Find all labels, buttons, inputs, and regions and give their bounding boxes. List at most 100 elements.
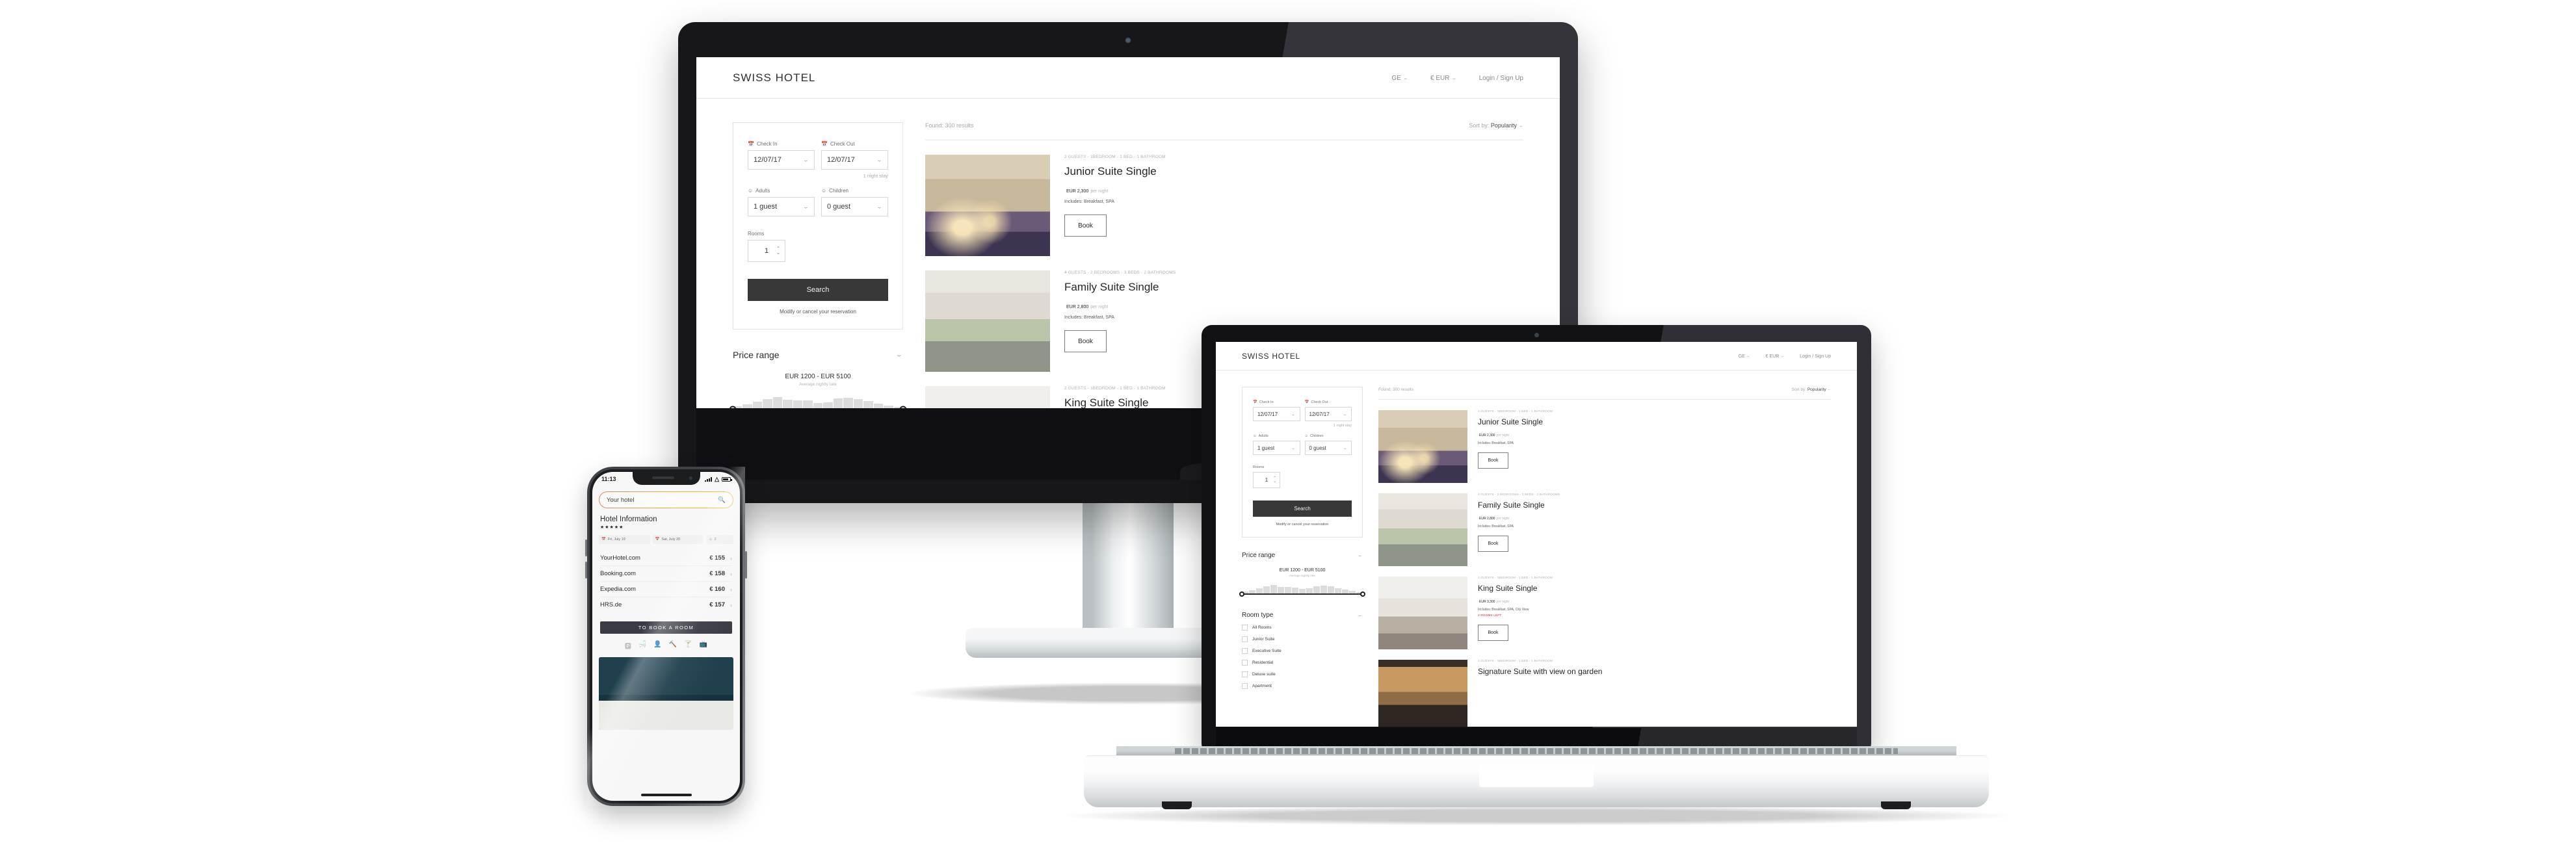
chevron-down-icon[interactable]: ⌄ xyxy=(1518,124,1523,128)
checkbox-icon[interactable] xyxy=(1242,636,1248,642)
stepper-arrows[interactable]: ⌃ ⌄ xyxy=(776,246,781,255)
result-card[interactable]: 4 GUESTS - 2 BEDROOMS - 3 BEDS - 2 BATHR… xyxy=(1378,493,1831,566)
room-type-option[interactable]: Executive Suite xyxy=(1242,648,1363,654)
room-photo xyxy=(925,386,1050,408)
price-slider-track[interactable] xyxy=(1239,591,1365,597)
book-button[interactable]: Book xyxy=(1064,214,1107,237)
checkin-chip[interactable]: 📅 Fri, July 19 xyxy=(599,535,650,544)
volume-up-button[interactable] xyxy=(585,540,587,556)
laptop-keyboard[interactable] xyxy=(1175,748,1898,754)
search-button[interactable]: Search xyxy=(1253,500,1352,517)
price-slider-min-handle[interactable] xyxy=(1239,591,1244,597)
volume-down-button[interactable] xyxy=(585,562,587,578)
adults-select[interactable]: 1 guest ⌄ xyxy=(748,197,815,216)
checkbox-icon[interactable] xyxy=(1242,671,1248,677)
checkout-select[interactable]: 12/07/17 ⌄ xyxy=(1304,407,1352,421)
checkout-chip[interactable]: 📅 Sat, July 20 xyxy=(652,535,703,544)
result-card[interactable]: 2 GUESTS - 1BEDROOM - 1 BED - 1 BATHROOM… xyxy=(925,155,1523,256)
sort-by-control[interactable]: Sort by: Popularity ⌄ xyxy=(1792,387,1831,392)
room-type-option[interactable]: Deluxe suite xyxy=(1242,671,1363,677)
room-type-option[interactable]: Junior Suite xyxy=(1242,636,1363,642)
chevron-right-icon[interactable]: › xyxy=(730,586,732,593)
guests-row: ☺ Adults 1 guest ⌄ ☺ Children 0 guest ⌄ xyxy=(748,188,888,216)
book-button[interactable]: Book xyxy=(1478,625,1508,641)
result-card[interactable]: 2 GUESTS - 1BEDROOM - 1 BED - 1 BATHROOM… xyxy=(1378,660,1831,727)
stepper-down-icon[interactable]: ⌄ xyxy=(776,250,781,255)
room-meta: 2 GUESTS - 1BEDROOM - 1 BED - 1 BATHROOM xyxy=(1064,155,1166,159)
search-input[interactable]: Your hotel xyxy=(607,497,634,504)
price-slider-max-handle[interactable] xyxy=(899,406,907,408)
chevron-down-icon: ⌄ xyxy=(1451,75,1457,81)
concierge-icon: 👤 xyxy=(653,641,662,648)
result-card[interactable]: 2 GUESTS - 1BEDROOM - 1 BED - 1 BATHROOM… xyxy=(1378,577,1831,649)
room-type-option[interactable]: Residential xyxy=(1242,660,1363,666)
currency-selector[interactable]: € EUR ⌄ xyxy=(1430,75,1457,82)
chevron-right-icon[interactable]: › xyxy=(730,571,732,577)
stepper-down-icon[interactable]: ⌄ xyxy=(1273,480,1276,484)
price-range-filter-header[interactable]: Price range ⌄ xyxy=(1242,552,1363,559)
room-type-option[interactable]: All Rooms xyxy=(1242,625,1363,630)
chevron-down-icon: ⌄ xyxy=(1746,355,1750,358)
list-item[interactable]: Expedia.com € 160 › xyxy=(600,582,732,597)
chevron-right-icon[interactable]: › xyxy=(730,602,732,608)
site-logo[interactable]: SWISS HOTEL xyxy=(1242,352,1300,361)
book-button[interactable]: Book xyxy=(1064,330,1107,352)
star-rating: ★★★★★ xyxy=(600,525,624,530)
person-icon: ☺ xyxy=(748,188,754,194)
checkbox-icon[interactable] xyxy=(1242,660,1248,666)
children-select[interactable]: 0 guest ⌄ xyxy=(821,197,888,216)
chevron-down-icon[interactable]: ⌄ xyxy=(1358,613,1363,618)
home-indicator[interactable] xyxy=(640,794,692,796)
room-price: EUR 2,800 per night xyxy=(1066,305,1109,309)
sort-by-control[interactable]: Sort by: Popularity ⌄ xyxy=(1469,122,1523,129)
checkout-label: 📅 Check Out xyxy=(1304,400,1328,404)
rooms-stepper[interactable]: 1 ⌃ ⌄ xyxy=(1253,472,1280,488)
list-item[interactable]: Booking.com € 158 › xyxy=(600,566,732,582)
room-includes: Includes: Breakfast, SPA xyxy=(1478,525,1514,528)
book-room-button[interactable]: TO BOOK A ROOM xyxy=(600,621,732,634)
checkbox-icon[interactable] xyxy=(1242,683,1248,689)
checkout-select[interactable]: 12/07/17 ⌄ xyxy=(821,150,888,170)
site-logo[interactable]: SWISS HOTEL xyxy=(733,72,815,84)
phone-search-field[interactable]: Your hotel 🔍 xyxy=(599,491,733,508)
stepper-arrows[interactable]: ⌃ ⌄ xyxy=(1273,476,1276,484)
book-button[interactable]: Book xyxy=(1478,452,1508,469)
list-item[interactable]: YourHotel.com € 155 › xyxy=(600,551,732,566)
price-slider-max-handle[interactable] xyxy=(1360,591,1365,597)
checkin-select[interactable]: 12/07/17 ⌄ xyxy=(1253,407,1300,421)
language-selector[interactable]: GE ⌄ xyxy=(1391,75,1408,82)
room-info: 2 GUESTS - 1BEDROOM - 1 BED - 1 BATHROOM… xyxy=(1478,577,1831,649)
checkbox-icon[interactable] xyxy=(1242,648,1248,654)
login-signup-link[interactable]: Login / Sign Up xyxy=(1479,75,1523,82)
modify-reservation-link[interactable]: Modify or cancel your reservation xyxy=(748,309,888,315)
checkbox-icon[interactable] xyxy=(1242,625,1248,630)
power-button[interactable] xyxy=(745,551,747,578)
chevron-down-icon[interactable]: ⌄ xyxy=(895,351,903,358)
chevron-down-icon: ⌄ xyxy=(876,157,882,163)
room-type-option[interactable]: Apartment xyxy=(1242,683,1363,689)
chevron-down-icon[interactable]: ⌄ xyxy=(1828,388,1831,391)
chevron-right-icon[interactable]: › xyxy=(730,555,732,562)
adults-label: ☺ Adults xyxy=(1253,434,1268,438)
modify-reservation-link[interactable]: Modify or cancel your reservation xyxy=(1253,523,1352,526)
search-button[interactable]: Search xyxy=(748,279,888,301)
checkin-select[interactable]: 12/07/17 ⌄ xyxy=(748,150,815,170)
site-nav: GE ⌄ € EUR ⌄ Login / Sign Up xyxy=(1391,75,1523,82)
search-icon[interactable]: 🔍 xyxy=(718,497,726,504)
rooms-stepper[interactable]: 1 ⌃ ⌄ xyxy=(748,240,785,262)
book-button[interactable]: Book xyxy=(1478,536,1508,552)
list-item[interactable]: HRS.de € 157 › xyxy=(600,597,732,612)
price-range-filter-header[interactable]: Price range ⌄ xyxy=(733,349,903,360)
result-card[interactable]: 2 GUESTS - 1BEDROOM - 1 BED - 1 BATHROOM… xyxy=(1378,410,1831,483)
children-select[interactable]: 0 guest ⌄ xyxy=(1304,441,1352,455)
chevron-down-icon[interactable]: ⌄ xyxy=(1358,553,1363,558)
provider-name: Booking.com xyxy=(600,570,636,577)
room-name: Junior Suite Single xyxy=(1064,165,1157,177)
guests-chip[interactable]: ☺ 2 xyxy=(706,535,733,544)
room-info: 2 GUESTS - 1BEDROOM - 1 BED - 1 BATHROOM… xyxy=(1478,660,1831,727)
currency-selector[interactable]: € EUR ⌄ xyxy=(1766,354,1784,359)
language-selector[interactable]: GE ⌄ xyxy=(1739,354,1750,359)
adults-select[interactable]: 1 guest ⌄ xyxy=(1253,441,1300,455)
room-type-filter-header[interactable]: Room type ⌄ xyxy=(1242,612,1363,619)
login-signup-link[interactable]: Login / Sign Up xyxy=(1800,354,1831,359)
